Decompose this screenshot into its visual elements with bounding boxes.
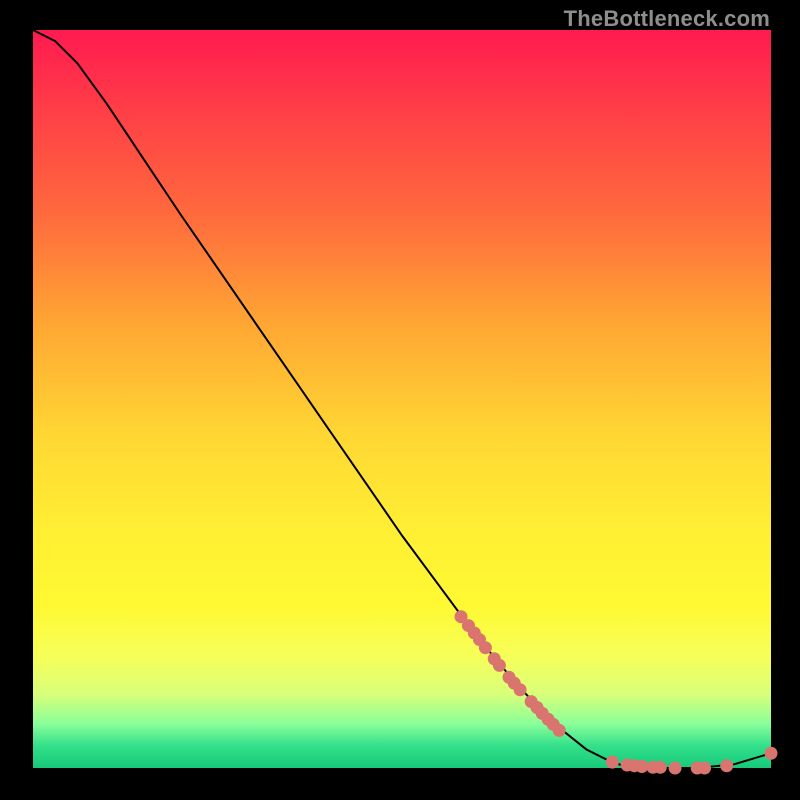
data-dot — [654, 761, 666, 773]
data-dot — [606, 756, 618, 768]
chart-overlay — [33, 30, 771, 768]
data-dot — [669, 762, 681, 774]
data-dot — [553, 724, 565, 736]
data-dot — [514, 684, 526, 696]
data-dot — [493, 659, 505, 671]
watermark-text: TheBottleneck.com — [564, 6, 770, 32]
data-dot — [721, 760, 733, 772]
data-dot — [479, 642, 491, 654]
data-dot — [699, 762, 711, 774]
data-dot — [636, 761, 648, 773]
bottleneck-curve — [33, 30, 771, 768]
data-dot — [765, 747, 777, 759]
